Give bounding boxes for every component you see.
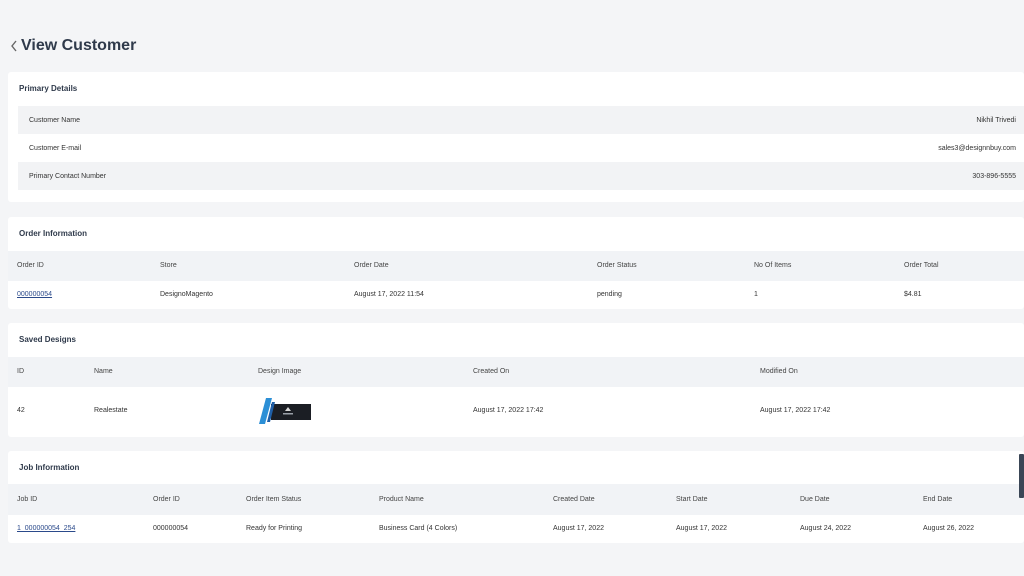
col-design-id: ID (17, 368, 24, 375)
col-job-id: Job ID (17, 496, 38, 503)
customer-email-row: Customer E-mail sales3@designnbuy.com (18, 134, 1024, 162)
table-row: 1_000000054_254 000000054 Ready for Prin… (8, 515, 1024, 543)
customer-name-value: Nikhil Trivedi (976, 116, 1016, 124)
col-created-on: Created On (473, 368, 510, 375)
job-created-date: August 17, 2022 (553, 525, 604, 532)
page-title: View Customer (21, 37, 137, 54)
col-order-total: Order Total (904, 262, 939, 269)
table-row: 000000054 DesignoMagento August 17, 2022… (8, 281, 1024, 309)
job-product-name: Business Card (4 Colors) (379, 525, 458, 532)
col-start-date: Start Date (676, 496, 708, 503)
col-due-date: Due Date (800, 496, 830, 503)
design-id: 42 (17, 407, 25, 414)
col-store: Store (160, 262, 177, 269)
primary-details-card: Primary Details Customer Name Nikhil Tri… (8, 72, 1024, 202)
col-end-date: End Date (923, 496, 953, 503)
jobs-table-header: Job ID Order ID Order Item Status Produc… (8, 484, 1024, 515)
order-information-title: Order Information (19, 229, 88, 238)
contact-number-label: Primary Contact Number (29, 172, 107, 180)
chevron-left-icon[interactable] (8, 36, 20, 56)
order-status: pending (597, 291, 622, 298)
design-modified-on: August 17, 2022 17:42 (760, 407, 831, 414)
design-created-on: August 17, 2022 17:42 (473, 407, 544, 414)
col-order-id: Order ID (17, 262, 44, 269)
customer-name-label: Customer Name (29, 116, 80, 124)
col-design-image: Design Image (258, 368, 302, 375)
saved-designs-card: Saved Designs ID Name Design Image Creat… (8, 323, 1024, 437)
primary-details-title: Primary Details (19, 84, 78, 93)
job-id-link[interactable]: 1_000000054_254 (17, 525, 75, 532)
order-total: $4.81 (904, 291, 922, 298)
col-product-name: Product Name (379, 496, 424, 503)
saved-designs-title: Saved Designs (19, 335, 76, 344)
job-status: Ready for Printing (246, 525, 303, 532)
designs-table-header: ID Name Design Image Created On Modified… (8, 357, 1024, 387)
job-order-id: 000000054 (153, 525, 189, 532)
order-table-header: Order ID Store Order Date Order Status N… (8, 251, 1024, 281)
customer-email-value: sales3@designnbuy.com (938, 144, 1016, 152)
job-start-date: August 17, 2022 (676, 525, 727, 532)
customer-email-label: Customer E-mail (29, 144, 82, 152)
customer-name-row: Customer Name Nikhil Trivedi (18, 106, 1024, 134)
order-date: August 17, 2022 11:54 (354, 291, 424, 298)
design-name: Realestate (94, 407, 128, 414)
col-design-name: Name (94, 368, 113, 375)
job-information-title: Job Information (19, 463, 80, 472)
col-order-item-status: Order Item Status (246, 496, 302, 503)
col-created-date: Created Date (553, 496, 595, 503)
design-thumbnail-image[interactable] (259, 396, 311, 426)
order-items: 1 (754, 291, 758, 298)
order-store: DesignoMagento (160, 291, 213, 298)
table-row: 42 Realestate August 17, 2022 17:42 Augu… (8, 387, 1024, 435)
job-due-date: August 24, 2022 (800, 525, 851, 532)
col-job-order-id: Order ID (153, 496, 180, 503)
contact-number-row: Primary Contact Number 303-896-5555 (18, 162, 1024, 190)
col-order-date: Order Date (354, 262, 389, 269)
order-information-card: Order Information Order ID Store Order D… (8, 217, 1024, 309)
scrollbar-thumb[interactable] (1019, 454, 1024, 498)
col-modified-on: Modified On (760, 368, 798, 375)
col-order-status: Order Status (597, 262, 637, 269)
contact-number-value: 303-896-5555 (972, 172, 1016, 180)
order-id-link[interactable]: 000000054 (17, 291, 52, 298)
job-information-card: Job Information Job ID Order ID Order It… (8, 451, 1024, 543)
col-no-of-items: No Of Items (754, 262, 792, 269)
job-end-date: August 26, 2022 (923, 525, 974, 532)
page-header: View Customer (8, 36, 136, 56)
